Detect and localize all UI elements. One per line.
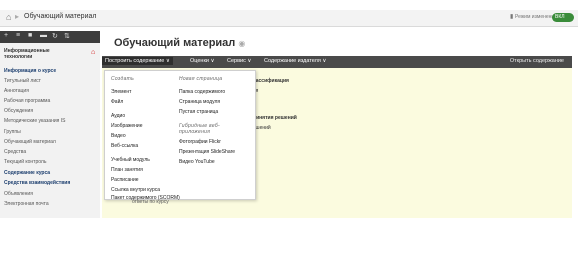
sidebar-item-course-info[interactable]: Информация о курсе	[4, 68, 56, 74]
page-title: Обучающий материал ◉	[114, 37, 245, 49]
sidebar-item-tools[interactable]: Средства	[4, 149, 26, 155]
sort-icon[interactable]: ⇅	[64, 32, 70, 40]
sidebar-item-announcements[interactable]: Объявления	[4, 191, 33, 197]
menu-icon[interactable]: ≡	[16, 32, 20, 39]
dropdown-item-flickr[interactable]: Фотографии Flickr	[179, 139, 221, 145]
folder-open-icon[interactable]: ▬	[40, 32, 47, 39]
dropdown-heading-create: Создать	[111, 76, 135, 82]
tools-menu[interactable]: Сервис ∨	[227, 58, 251, 64]
sidebar-item-learning-material[interactable]: Обучающий материал	[4, 139, 56, 145]
folder-icon[interactable]: ■	[28, 32, 32, 39]
course-sidebar: Информационные технологии ⌂ Информация о…	[0, 43, 100, 218]
publisher-content-label: Содержание издателя	[264, 58, 321, 64]
assessments-label: Оценки	[190, 58, 209, 64]
dropdown-item-schedule[interactable]: Расписание	[111, 177, 139, 183]
dropdown-item-blank-page[interactable]: Пустая страница	[179, 109, 218, 115]
sidebar-item-annotation[interactable]: Аннотация	[4, 88, 29, 94]
sidebar-item-current-control[interactable]: Текущий контроль	[4, 159, 46, 165]
dropdown-item-lesson-plan[interactable]: План занятия	[111, 167, 143, 173]
sidebar-item-course-content[interactable]: Содержание курса	[4, 170, 50, 176]
dropdown-item-course-link[interactable]: Ссылка внутри курса	[111, 187, 160, 193]
tools-label: Сервис	[227, 58, 246, 64]
dropdown-item-youtube[interactable]: Видео YouTube	[179, 159, 215, 165]
build-content-menu[interactable]: Построить содержание ∨	[102, 57, 173, 65]
refresh-icon[interactable]: ↻	[52, 32, 58, 40]
add-icon[interactable]: +	[4, 32, 8, 39]
dropdown-item-audio[interactable]: Аудио	[111, 113, 125, 119]
breadcrumb-current[interactable]: Обучающий материал	[24, 13, 96, 20]
publisher-content-menu[interactable]: Содержание издателя ∨	[264, 58, 326, 64]
build-content-dropdown: Создать Элемент Файл Аудио Изображение В…	[104, 70, 256, 201]
dropdown-item-image[interactable]: Изображение	[111, 123, 143, 129]
sidebar-item-program[interactable]: Рабочая программа	[4, 98, 50, 104]
content-item-title-2[interactable]: принятия решений	[250, 115, 297, 121]
edit-mode-toggle[interactable]: ВКЛ	[552, 13, 574, 22]
action-bar: Построить содержание ∨ Оценки ∨ Сервис ∨…	[102, 56, 572, 68]
sidebar-item-title-page[interactable]: Титульный лист	[4, 78, 41, 84]
dropdown-item-content-folder[interactable]: Папка содержимого	[179, 89, 225, 95]
page-options-icon[interactable]: ◉	[238, 39, 245, 48]
build-content-label: Построить содержание	[105, 58, 165, 64]
dropdown-item-slideshare[interactable]: Презентация SlideShare	[179, 149, 235, 155]
course-home-icon[interactable]: ⌂	[91, 49, 95, 56]
open-content-button[interactable]: Открыть содержание	[510, 58, 564, 64]
sidebar-toolbar: + ≡ ■ ▬ ↻ ⇅	[0, 31, 100, 43]
dropdown-heading-new-page: Новая страница	[179, 76, 223, 82]
dropdown-item-module-page[interactable]: Страница модуля	[179, 99, 220, 105]
dropdown-item-file[interactable]: Файл	[111, 99, 123, 105]
dropdown-item-video[interactable]: Видео	[111, 133, 126, 139]
dropdown-item-scorm-package[interactable]: Пакет содержимого (SCORM)	[111, 195, 180, 201]
top-bar: ⌂ ▸ Обучающий материал ▮ Режим изменений…	[0, 10, 578, 27]
sidebar-item-discussions[interactable]: Обсуждения	[4, 108, 33, 114]
dropdown-item-learning-module[interactable]: Учебный модуль	[111, 157, 150, 163]
breadcrumb-separator-icon: ▸	[15, 12, 20, 21]
dropdown-heading-mashups: Гибридные веб-приложения	[179, 123, 220, 135]
edit-mode-icon: ▮	[510, 14, 514, 20]
dropdown-item-element[interactable]: Элемент	[111, 89, 131, 95]
sidebar-item-email[interactable]: Электронная почта	[4, 201, 49, 207]
dropdown-item-web-link[interactable]: Веб-ссылка	[111, 143, 138, 149]
sidebar-item-groups[interactable]: Группы	[4, 129, 21, 135]
sidebar-item-guidelines[interactable]: Методические указания IS	[4, 118, 65, 124]
assessments-menu[interactable]: Оценки ∨	[190, 58, 215, 64]
home-icon[interactable]: ⌂	[6, 12, 11, 22]
page-title-text: Обучающий материал	[114, 37, 236, 49]
course-title[interactable]: Информационные технологии	[4, 48, 64, 60]
edit-mode-toggle-label: ВКЛ	[555, 14, 565, 20]
edit-mode-label: Режим изменений	[515, 14, 557, 20]
sidebar-item-interaction[interactable]: Средства взаимодействия	[4, 180, 70, 186]
